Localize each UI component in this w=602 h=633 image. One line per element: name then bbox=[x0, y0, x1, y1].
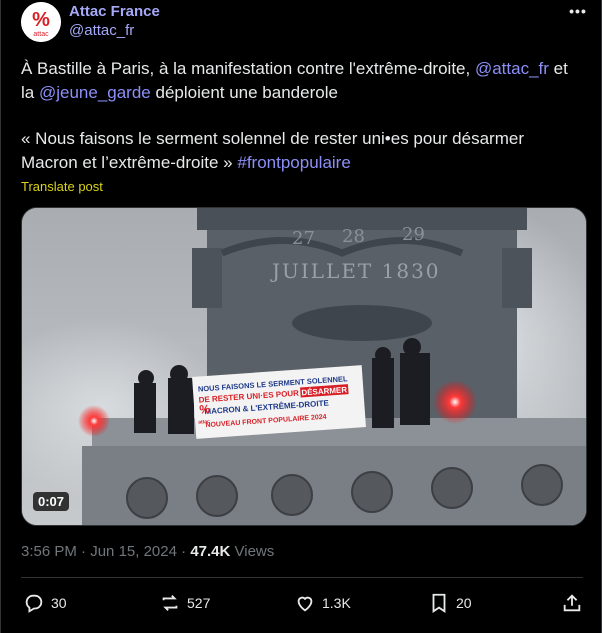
more-options-icon[interactable]: ••• bbox=[566, 3, 590, 21]
post-text-segment: À Bastille à Paris, à la manifestation c… bbox=[21, 59, 475, 78]
mention-jeune-garde[interactable]: @jeune_garde bbox=[39, 83, 151, 102]
svg-text:27: 27 bbox=[292, 228, 315, 249]
bookmark-count: 20 bbox=[456, 595, 472, 611]
divider bbox=[21, 577, 583, 578]
video-frame: 27 28 29 JUILLET 1830 NOUS FAISONS LE SE… bbox=[22, 208, 586, 525]
post-date[interactable]: Jun 15, 2024 bbox=[90, 543, 177, 560]
bookmark-button[interactable]: 20 bbox=[428, 590, 472, 616]
like-count: 1.3K bbox=[322, 595, 351, 611]
svg-text:%: % bbox=[199, 402, 211, 417]
like-button[interactable]: 1.3K bbox=[294, 590, 351, 616]
hashtag-frontpopulaire[interactable]: #frontpopulaire bbox=[237, 153, 350, 172]
meta-separator: · bbox=[176, 543, 191, 560]
author-handle[interactable]: @attac_fr bbox=[69, 22, 134, 39]
repost-icon bbox=[162, 595, 178, 611]
bookmark-icon bbox=[432, 593, 446, 613]
video-duration-badge: 0:07 bbox=[33, 492, 70, 511]
svg-text:29: 29 bbox=[402, 224, 425, 245]
svg-text:28: 28 bbox=[342, 226, 365, 247]
avatar[interactable]: % attac bbox=[21, 2, 61, 42]
svg-text:%: % bbox=[32, 9, 50, 31]
attac-logo-icon: % attac bbox=[21, 2, 61, 42]
action-bar: 30 527 1.3K 20 bbox=[21, 590, 583, 616]
repost-count: 527 bbox=[187, 595, 211, 611]
mention-attac[interactable]: @attac_fr bbox=[475, 59, 549, 78]
meta-separator: · bbox=[76, 543, 91, 560]
views-label: Views bbox=[230, 543, 275, 560]
share-icon bbox=[563, 594, 581, 612]
share-button[interactable] bbox=[561, 590, 589, 616]
reply-icon bbox=[25, 594, 43, 613]
translate-post-link[interactable]: Translate post bbox=[21, 179, 103, 194]
heart-icon bbox=[297, 596, 313, 612]
video-player[interactable]: 27 28 29 JUILLET 1830 NOUS FAISONS LE SE… bbox=[21, 207, 587, 526]
post-time[interactable]: 3:56 PM bbox=[21, 543, 77, 560]
reply-button[interactable]: 30 bbox=[23, 590, 67, 616]
post-text: À Bastille à Paris, à la manifestation c… bbox=[21, 57, 581, 175]
views-count: 47.4K bbox=[190, 543, 231, 560]
svg-text:attac: attac bbox=[198, 419, 210, 426]
post-meta: 3:56 PM · Jun 15, 2024 · 47.4K Views bbox=[21, 543, 274, 560]
author-name[interactable]: Attac France bbox=[69, 3, 160, 20]
post-text-segment: déploient une banderole bbox=[150, 83, 338, 102]
svg-text:JUILLET 1830: JUILLET 1830 bbox=[270, 259, 441, 283]
reply-count: 30 bbox=[51, 595, 67, 611]
svg-text:attac: attac bbox=[33, 31, 49, 38]
repost-button[interactable]: 527 bbox=[159, 590, 210, 616]
